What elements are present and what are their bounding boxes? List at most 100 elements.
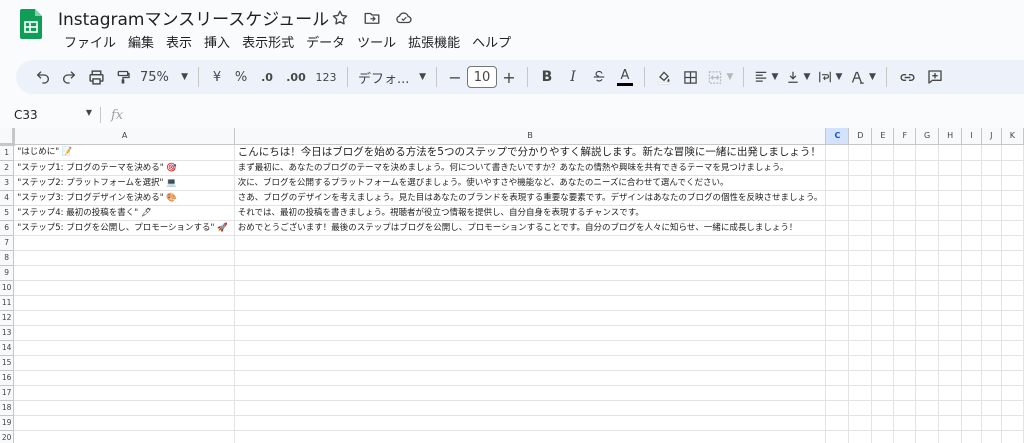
- cell-empty[interactable]: [893, 295, 917, 311]
- cell-empty[interactable]: [938, 310, 963, 326]
- cell-empty[interactable]: [825, 340, 850, 356]
- row-header[interactable]: 10: [0, 280, 15, 296]
- cell-empty[interactable]: [825, 385, 850, 401]
- cell-empty[interactable]: [961, 220, 982, 236]
- cell-empty[interactable]: [961, 235, 982, 251]
- cloud-status-icon[interactable]: [394, 8, 414, 28]
- cell-empty[interactable]: [893, 355, 917, 371]
- cell-empty[interactable]: [981, 144, 1002, 161]
- borders-icon[interactable]: [677, 64, 703, 90]
- document-title[interactable]: Instagramマンスリースケジュール: [58, 5, 329, 30]
- undo-icon[interactable]: [30, 64, 56, 90]
- cell-empty[interactable]: [1001, 430, 1024, 443]
- cell-empty[interactable]: [893, 160, 917, 176]
- cell-a[interactable]: "ステップ5: ブログを公開し、プロモーションする" 🚀: [13, 220, 235, 236]
- cell-empty[interactable]: [961, 175, 982, 191]
- cell-empty[interactable]: [961, 310, 982, 326]
- cell-a[interactable]: [13, 235, 235, 251]
- bold-button[interactable]: B: [534, 64, 560, 90]
- decrease-font-size-button[interactable]: −: [443, 64, 467, 90]
- cell-empty[interactable]: [825, 400, 850, 416]
- cell-empty[interactable]: [915, 250, 940, 266]
- paint-format-icon[interactable]: [110, 64, 136, 90]
- menu-help[interactable]: ヘルプ: [466, 32, 517, 51]
- cell-empty[interactable]: [938, 250, 963, 266]
- row-header[interactable]: 9: [0, 265, 15, 281]
- cell-empty[interactable]: [1001, 295, 1024, 311]
- text-rotation-icon[interactable]: ▼: [846, 64, 880, 90]
- cell-empty[interactable]: [981, 280, 1002, 296]
- cell-empty[interactable]: [871, 325, 895, 341]
- cell-empty[interactable]: [848, 250, 873, 266]
- cell-empty[interactable]: [961, 385, 982, 401]
- cell-empty[interactable]: [915, 325, 940, 341]
- cell-empty[interactable]: [915, 280, 940, 296]
- cell-empty[interactable]: [1001, 340, 1024, 356]
- cell-empty[interactable]: [915, 400, 940, 416]
- cell-empty[interactable]: [825, 190, 850, 206]
- column-header-k[interactable]: K: [1001, 128, 1024, 145]
- cell-empty[interactable]: [1001, 160, 1024, 176]
- cell-empty[interactable]: [848, 295, 873, 311]
- cell-empty[interactable]: [981, 160, 1002, 176]
- cell-empty[interactable]: [915, 205, 940, 221]
- column-header-g[interactable]: G: [915, 128, 940, 145]
- row-header[interactable]: 8: [0, 250, 15, 266]
- cell-empty[interactable]: [825, 325, 850, 341]
- cell-empty[interactable]: [871, 295, 895, 311]
- cell-a[interactable]: [13, 415, 235, 431]
- cell-empty[interactable]: [981, 355, 1002, 371]
- zoom-select[interactable]: 75% ▼: [136, 64, 192, 90]
- row-header[interactable]: 6: [0, 220, 15, 236]
- cell-empty[interactable]: [893, 325, 917, 341]
- cell-empty[interactable]: [871, 340, 895, 356]
- column-header-c[interactable]: C: [825, 128, 850, 145]
- cell-empty[interactable]: [871, 415, 895, 431]
- column-header-d[interactable]: D: [848, 128, 873, 145]
- cell-b[interactable]: [234, 370, 827, 386]
- cell-empty[interactable]: [848, 190, 873, 206]
- cell-empty[interactable]: [1001, 415, 1024, 431]
- column-header-a[interactable]: A: [13, 128, 235, 145]
- cell-empty[interactable]: [893, 265, 917, 281]
- cell-empty[interactable]: [825, 250, 850, 266]
- cell-empty[interactable]: [915, 265, 940, 281]
- cell-empty[interactable]: [848, 355, 873, 371]
- row-header[interactable]: 16: [0, 370, 15, 386]
- cell-empty[interactable]: [871, 205, 895, 221]
- cell-empty[interactable]: [1001, 325, 1024, 341]
- cell-empty[interactable]: [938, 430, 963, 443]
- column-header-f[interactable]: F: [893, 128, 917, 145]
- row-header[interactable]: 13: [0, 325, 15, 341]
- cell-empty[interactable]: [981, 235, 1002, 251]
- cell-empty[interactable]: [848, 385, 873, 401]
- cell-b[interactable]: それでは、最初の投稿を書きましょう。視聴者が役立つ情報を提供し、自分自身を表現す…: [234, 205, 827, 221]
- cell-empty[interactable]: [871, 310, 895, 326]
- cell-empty[interactable]: [938, 295, 963, 311]
- insert-comment-icon[interactable]: [921, 64, 949, 90]
- cell-empty[interactable]: [825, 220, 850, 236]
- more-formats-button[interactable]: 123: [311, 64, 341, 90]
- column-header-j[interactable]: J: [981, 128, 1002, 145]
- cell-empty[interactable]: [915, 415, 940, 431]
- cell-empty[interactable]: [1001, 235, 1024, 251]
- cell-empty[interactable]: [961, 370, 982, 386]
- row-header[interactable]: 19: [0, 415, 15, 431]
- cell-empty[interactable]: [893, 144, 917, 161]
- cell-empty[interactable]: [981, 205, 1002, 221]
- menu-insert[interactable]: 挿入: [198, 32, 236, 51]
- cell-empty[interactable]: [961, 190, 982, 206]
- decrease-decimal-button[interactable]: .0: [253, 64, 281, 90]
- row-header[interactable]: 12: [0, 310, 15, 326]
- menu-edit[interactable]: 編集: [122, 32, 160, 51]
- cell-empty[interactable]: [848, 220, 873, 236]
- merge-cells-icon[interactable]: ▼: [703, 64, 737, 90]
- cell-empty[interactable]: [1001, 400, 1024, 416]
- cell-b[interactable]: [234, 250, 827, 266]
- cell-empty[interactable]: [915, 340, 940, 356]
- cell-empty[interactable]: [848, 280, 873, 296]
- print-icon[interactable]: [82, 64, 110, 90]
- cell-empty[interactable]: [961, 430, 982, 443]
- cell-empty[interactable]: [938, 400, 963, 416]
- cell-empty[interactable]: [961, 280, 982, 296]
